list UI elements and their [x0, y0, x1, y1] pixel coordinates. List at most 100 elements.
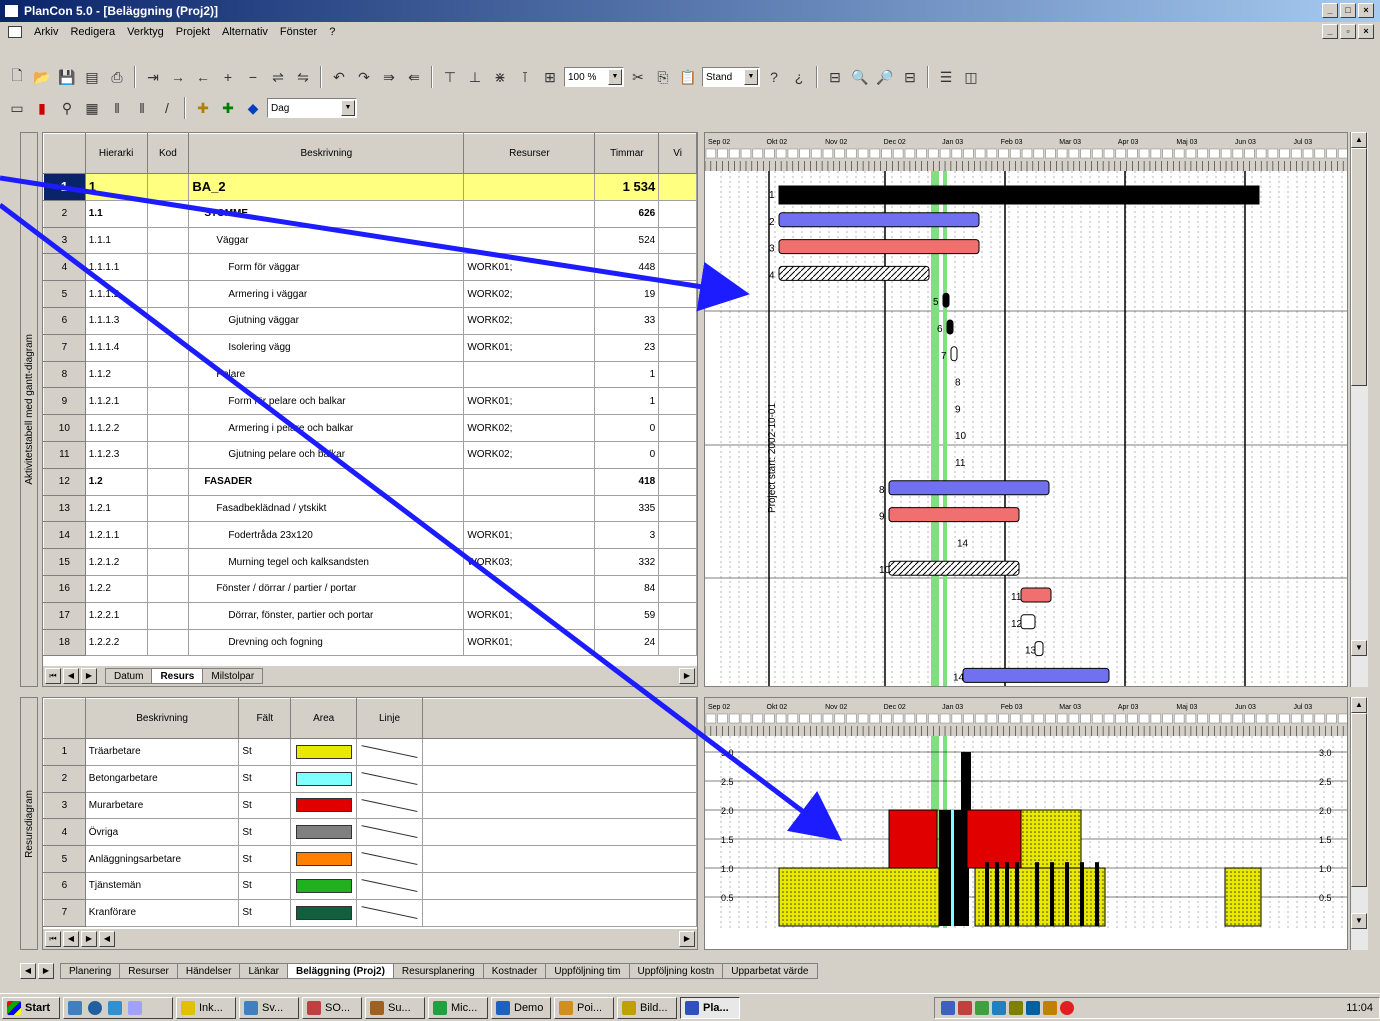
- code-cell[interactable]: [146, 306, 190, 335]
- col-falt[interactable]: Fält: [238, 698, 292, 739]
- row-number[interactable]: 8: [43, 360, 86, 389]
- layout-columns-icon[interactable]: ◫: [960, 66, 982, 88]
- table-row[interactable]: 9 1.1.2.1 Form för pelare och balkar WORK01…: [43, 387, 697, 416]
- description-cell[interactable]: Betongarbetare: [84, 764, 240, 793]
- hierarchy-cell[interactable]: 1.1.2.3: [84, 440, 148, 469]
- minus-icon[interactable]: −: [242, 66, 264, 88]
- col-area[interactable]: Area: [290, 698, 358, 739]
- link-icon[interactable]: ⚲: [56, 97, 78, 119]
- vi-cell[interactable]: [658, 387, 697, 416]
- hierarchy-cell[interactable]: 1.2.1.2: [84, 548, 148, 576]
- tray-icon-4[interactable]: [992, 1000, 1006, 1015]
- code-cell[interactable]: [146, 360, 190, 389]
- line-cell[interactable]: [356, 738, 423, 766]
- hierarchy-cell[interactable]: 1: [84, 173, 148, 201]
- row-number[interactable]: 1: [43, 738, 86, 766]
- doc-close-button[interactable]: ×: [1358, 24, 1374, 39]
- sheet-tab[interactable]: Resursplanering: [392, 963, 484, 979]
- hierarchy-cell[interactable]: 1.2.1.1: [84, 521, 148, 550]
- row-number[interactable]: 17: [43, 601, 86, 630]
- table-row[interactable]: 2 1.1 STOMME 626: [43, 199, 697, 228]
- table-row[interactable]: 2 Betongarbetare St: [43, 764, 697, 793]
- tab-scroll-icon[interactable]: ◀: [99, 931, 115, 947]
- area-cell[interactable]: [290, 791, 358, 820]
- tab-datum[interactable]: Datum: [105, 668, 153, 684]
- columns-icon[interactable]: ⊞: [539, 66, 561, 88]
- arrow-left-icon[interactable]: ←: [192, 66, 214, 88]
- tray-icon-5[interactable]: [1009, 1000, 1023, 1015]
- field-cell[interactable]: St: [238, 818, 292, 847]
- row-number[interactable]: 3: [43, 226, 86, 255]
- menu-arkiv[interactable]: Arkiv: [34, 22, 58, 42]
- code-cell[interactable]: [146, 387, 190, 416]
- vi-cell[interactable]: [658, 414, 697, 442]
- area-cell[interactable]: [290, 845, 358, 873]
- code-cell[interactable]: [146, 521, 190, 550]
- row-number[interactable]: 6: [43, 871, 86, 900]
- description-cell[interactable]: Fönster / dörrar / partier / portar: [188, 574, 465, 603]
- code-cell[interactable]: [146, 226, 190, 255]
- hours-cell[interactable]: 19: [594, 280, 660, 308]
- sheet-tab[interactable]: Uppföljning tim: [545, 963, 630, 979]
- resources-cell[interactable]: WORK01;: [463, 628, 596, 657]
- hierarchy-cell[interactable]: 1.1.1.4: [84, 333, 148, 362]
- col-hierarki[interactable]: Hierarki: [84, 133, 148, 174]
- hours-cell[interactable]: 84: [594, 574, 660, 603]
- desktop-icon[interactable]: [68, 1000, 82, 1015]
- table-row[interactable]: 4 1.1.1.1 Form för väggar WORK01; 448: [43, 253, 697, 282]
- hierarchy-cell[interactable]: 1.1.1.3: [84, 306, 148, 335]
- whats-this-icon[interactable]: ¿: [788, 66, 810, 88]
- tray-icon-7[interactable]: [1043, 1000, 1057, 1015]
- hierarchy-cell[interactable]: 1.2.1: [84, 494, 148, 523]
- taskbar-item[interactable]: Su...: [365, 996, 425, 1019]
- hierarchy-cell[interactable]: 1.1.1.1: [84, 253, 148, 282]
- table-row[interactable]: 11 1.1.2.3 Gjutning pelare och balkar WORK0…: [43, 440, 697, 469]
- save-icon[interactable]: 💾: [56, 66, 78, 88]
- cut-icon[interactable]: ✂: [627, 66, 649, 88]
- hours-cell[interactable]: 626: [594, 199, 660, 228]
- vi-cell[interactable]: [658, 280, 697, 308]
- resources-cell[interactable]: [463, 574, 596, 603]
- quicklaunch-icon[interactable]: [128, 1000, 142, 1015]
- field-cell[interactable]: St: [238, 898, 292, 927]
- code-cell[interactable]: [146, 494, 190, 523]
- sheet-tab[interactable]: Uppföljning kostn: [628, 963, 724, 979]
- row-number[interactable]: 2: [43, 199, 86, 228]
- menu-redigera[interactable]: Redigera: [70, 22, 115, 42]
- document-icon[interactable]: [8, 26, 22, 38]
- field-cell[interactable]: St: [238, 845, 292, 873]
- doc-minimize-button[interactable]: _: [1322, 24, 1338, 39]
- code-cell[interactable]: [146, 467, 190, 496]
- description-cell[interactable]: Gjutning väggar: [188, 306, 465, 335]
- tab-resurs[interactable]: Resurs: [151, 668, 204, 684]
- print-preview-icon[interactable]: ▤: [81, 66, 103, 88]
- table-row[interactable]: 5 1.1.1.2 Armering i väggar WORK02; 19: [43, 280, 697, 308]
- row-number[interactable]: 1: [43, 173, 86, 201]
- hours-cell[interactable]: 524: [594, 226, 660, 255]
- hierarchy-cell[interactable]: 1.2: [84, 467, 148, 496]
- sheet-tab[interactable]: Resurser: [119, 963, 178, 979]
- table-row[interactable]: 3 Murarbetare St: [43, 791, 697, 820]
- align-top-icon[interactable]: ⊤: [439, 66, 461, 88]
- hours-cell[interactable]: 24: [594, 628, 660, 657]
- row-number[interactable]: 7: [43, 898, 86, 927]
- resources-cell[interactable]: [463, 494, 596, 523]
- table-row[interactable]: 7 1.1.1.4 Isolering vägg WORK01; 23: [43, 333, 697, 362]
- add-activity-icon[interactable]: ✚: [192, 97, 214, 119]
- taskbar-item[interactable]: Poi...: [554, 996, 614, 1019]
- description-cell[interactable]: STOMME: [188, 199, 465, 228]
- sheet-next-icon[interactable]: ▶: [38, 963, 54, 979]
- vi-cell[interactable]: [658, 253, 697, 282]
- taskbar-item[interactable]: Pla...: [680, 996, 740, 1019]
- resource-chart[interactable]: Sep 02 Okt 02 Nov 02 Dec 02 Jan 03 Feb 03 Mar …: [704, 697, 1348, 950]
- col-linje[interactable]: Linje: [356, 698, 423, 739]
- resource-icon[interactable]: ▮: [31, 97, 53, 119]
- line-cell[interactable]: [356, 871, 423, 900]
- taskbar-item[interactable]: Demo: [491, 996, 551, 1019]
- hierarchy-cell[interactable]: 1.1.1: [84, 226, 148, 255]
- resources-cell[interactable]: [463, 360, 596, 389]
- line-cell[interactable]: [356, 791, 423, 820]
- table-row[interactable]: 15 1.2.1.2 Murning tegel och kalksandsten W…: [43, 548, 697, 576]
- code-cell[interactable]: [146, 280, 190, 308]
- ie-icon[interactable]: [108, 1000, 122, 1015]
